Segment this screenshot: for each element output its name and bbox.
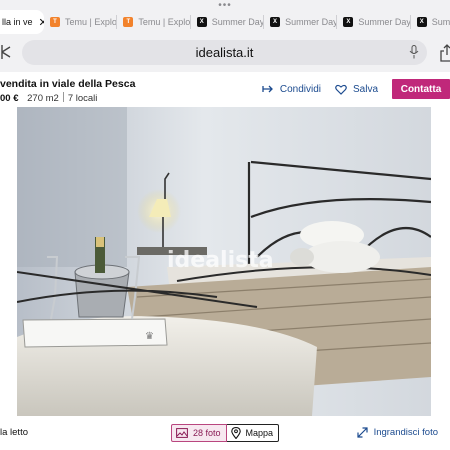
temu-icon: T	[123, 17, 134, 27]
tab-summer-2[interactable]: X Summer Day	[264, 10, 338, 34]
tab-overview-dots[interactable]: •••	[0, 1, 450, 11]
url-field[interactable]: idealista.it	[22, 40, 427, 65]
browser-window: ••• lla in ve ✕ T Temu | Explo T Temu | …	[0, 0, 450, 450]
x-icon: X	[196, 17, 207, 27]
url-text: idealista.it	[195, 45, 254, 60]
tab-label: lla in ve	[2, 17, 33, 27]
map-pin-icon	[230, 427, 241, 439]
svg-text:♛: ♛	[145, 331, 154, 342]
enlarge-photo-button[interactable]: Ingrandisci foto	[356, 427, 438, 438]
tab-label: Sum	[431, 17, 450, 27]
photos-button[interactable]: 28 foto	[171, 424, 227, 442]
tab-active[interactable]: lla in ve ✕	[0, 10, 44, 34]
listing-area: 270 m2	[27, 93, 59, 104]
tab-label: Temu | Explo	[138, 17, 191, 27]
temu-icon: T	[49, 17, 60, 27]
tab-label: Summer Day	[285, 17, 338, 27]
photos-label: 28 foto	[193, 428, 221, 438]
share-arrow-icon	[262, 85, 273, 93]
bedroom-photo: ♛ idealista	[17, 107, 431, 416]
microphone-icon[interactable]	[409, 45, 419, 59]
tab-label: Temu | Explo	[64, 17, 117, 27]
listing-photo[interactable]: ♛ idealista	[17, 107, 431, 416]
enlarge-label: Ingrandisci foto	[373, 427, 438, 438]
listing-meta: 00 € 270 m2 7 locali	[0, 92, 97, 104]
map-label: Mappa	[245, 428, 274, 438]
tab-summer-1[interactable]: X Summer Day	[191, 10, 265, 34]
gallery-toggle: 28 foto Mappa	[171, 424, 280, 442]
share-button[interactable]: Condividi	[262, 84, 321, 95]
map-button[interactable]: Mappa	[226, 424, 280, 442]
heart-icon	[335, 84, 347, 95]
listing-price: 00 €	[0, 93, 19, 104]
photo-caption: la letto	[0, 427, 28, 438]
image-icon	[176, 428, 188, 438]
tab-label: Summer Day	[211, 17, 265, 27]
x-icon: X	[270, 17, 281, 27]
watermark-text: idealista	[167, 248, 274, 273]
share-label: Condividi	[279, 83, 321, 95]
save-label: Salva	[352, 83, 378, 95]
address-bar-row: idealista.it	[0, 38, 450, 68]
tab-temu-1[interactable]: T Temu | Explo	[44, 10, 118, 34]
x-icon: X	[416, 17, 427, 27]
save-button[interactable]: Salva	[335, 84, 378, 95]
back-icon[interactable]	[0, 43, 12, 61]
page-content: vendita in viale della Pesca 00 € 270 m2…	[0, 72, 450, 450]
gallery-bar: la letto 28 foto Mappa Ingrandisci foto	[0, 422, 450, 446]
listing-rooms: 7 locali	[67, 93, 98, 104]
tab-summer-3[interactable]: X Summer Day	[337, 10, 411, 34]
tab-temu-2[interactable]: T Temu | Explo	[117, 10, 191, 34]
tab-bar: lla in ve ✕ T Temu | Explo T Temu | Expl…	[0, 10, 450, 34]
listing-title: vendita in viale della Pesca	[0, 78, 136, 90]
x-icon: X	[343, 17, 354, 27]
tab-summer-4[interactable]: X Sum	[411, 10, 450, 34]
share-icon[interactable]	[440, 44, 450, 62]
expand-icon	[356, 427, 368, 438]
listing-actions: Condividi Salva Contatta	[262, 79, 450, 99]
contact-button[interactable]: Contatta	[392, 79, 450, 99]
tab-label: Summer Day	[358, 17, 411, 27]
